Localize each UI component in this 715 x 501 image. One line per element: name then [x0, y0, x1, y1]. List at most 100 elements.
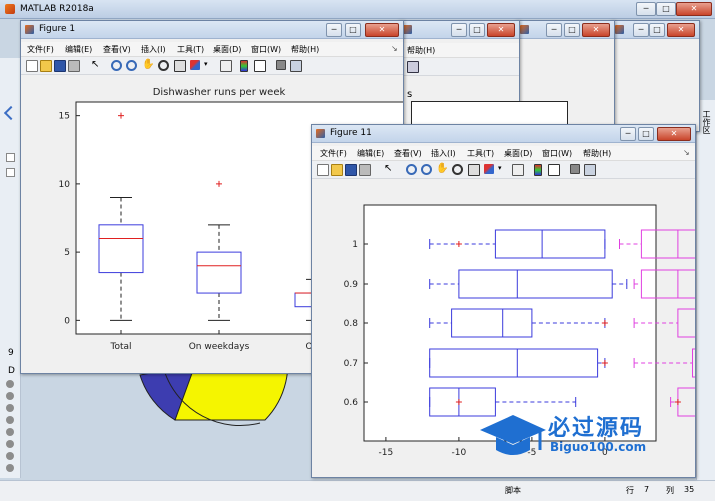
main-maximize-button[interactable]: □	[656, 2, 676, 16]
background-figure-4[interactable]: ─ □ ✕	[610, 20, 700, 132]
left-panel: 9 D	[0, 58, 21, 478]
data-cursor-icon[interactable]	[174, 60, 186, 72]
hide-plot-tools-icon[interactable]	[570, 164, 580, 174]
colorbar-icon[interactable]	[534, 164, 542, 176]
workspace-tab[interactable]: 工作区	[701, 110, 712, 134]
hide-plot-tools-icon[interactable]	[276, 60, 286, 70]
menu-tools[interactable]: 工具(T)	[467, 148, 494, 159]
window-maximize-button[interactable]: □	[564, 23, 580, 37]
window-minimize-button[interactable]: ─	[546, 23, 562, 37]
open-folder-icon[interactable]	[40, 60, 52, 72]
figure-1-titlebar[interactable]: Figure 1 ─ □ ✕	[21, 21, 403, 39]
menu-window[interactable]: 窗口(W)	[542, 148, 572, 159]
dock-arrow-icon[interactable]: ↘	[683, 148, 690, 157]
menu-view[interactable]: 查看(V)	[394, 148, 422, 159]
window-maximize-button[interactable]: □	[345, 23, 361, 37]
window-minimize-button[interactable]: ─	[620, 127, 636, 141]
y-tick-label: 1	[352, 240, 358, 250]
menu-edit[interactable]: 编辑(E)	[357, 148, 384, 159]
y-tick-label: 0.7	[344, 359, 358, 369]
window-close-button[interactable]: ✕	[365, 23, 399, 37]
window-minimize-button[interactable]: ─	[633, 23, 649, 37]
menu-desktop[interactable]: 桌面(D)	[213, 44, 241, 55]
expand-icon[interactable]	[6, 168, 15, 177]
menu-help[interactable]: 帮助(H)	[583, 148, 611, 159]
data-cursor-icon[interactable]	[468, 164, 480, 176]
menu-view[interactable]: 查看(V)	[103, 44, 131, 55]
menu-file[interactable]: 文件(F)	[27, 44, 54, 55]
background-pie-chart	[139, 365, 289, 426]
main-titlebar: MATLAB R2018a ─ □ ✕	[0, 0, 715, 19]
window-minimize-button[interactable]: ─	[326, 23, 342, 37]
menu-insert[interactable]: 插入(I)	[141, 44, 166, 55]
menu-edit[interactable]: 编辑(E)	[65, 44, 92, 55]
save-icon[interactable]	[345, 164, 357, 176]
dropdown-arrow-icon[interactable]: ▾	[204, 60, 209, 70]
figure-icon	[403, 25, 412, 34]
open-folder-icon[interactable]	[331, 164, 343, 176]
brush-icon[interactable]	[190, 60, 200, 70]
figure-icon	[25, 25, 34, 34]
print-icon[interactable]	[68, 60, 80, 72]
figure-icon	[520, 25, 529, 34]
print-icon[interactable]	[359, 164, 371, 176]
rotate-icon[interactable]	[158, 60, 169, 71]
menu-insert[interactable]: 插入(I)	[431, 148, 456, 159]
main-close-button[interactable]: ✕	[676, 2, 712, 16]
watermark-url: Biguo100.com	[550, 440, 647, 454]
legend-icon[interactable]	[548, 164, 560, 176]
status-col-label: 列	[666, 486, 674, 495]
window-close-button[interactable]: ✕	[487, 23, 515, 37]
window-close-button[interactable]: ✕	[667, 23, 695, 37]
menu-window[interactable]: 窗口(W)	[251, 44, 281, 55]
show-plot-tools-icon[interactable]	[290, 60, 302, 72]
menu-help[interactable]: 帮助(H)	[291, 44, 319, 55]
x-tick-label: Total	[109, 342, 131, 352]
watermark-text: 必过源码	[548, 416, 645, 441]
window-maximize-button[interactable]: □	[469, 23, 485, 37]
colorbar-icon[interactable]	[240, 60, 248, 72]
zoom-out-icon[interactable]	[126, 60, 137, 71]
window-maximize-button[interactable]: □	[649, 23, 665, 37]
expand-icon[interactable]	[6, 153, 15, 162]
window-close-button[interactable]: ✕	[582, 23, 610, 37]
chart-title: Dishwasher runs per week	[153, 87, 286, 98]
menu-desktop[interactable]: 桌面(D)	[504, 148, 532, 159]
main-window-title: MATLAB R2018a	[20, 4, 94, 14]
menu-file[interactable]: 文件(F)	[320, 148, 347, 159]
zoom-out-icon[interactable]	[421, 164, 432, 175]
main-minimize-button[interactable]: ─	[636, 2, 656, 16]
zoom-in-icon[interactable]	[406, 164, 417, 175]
left-nav-arrow-icon[interactable]	[3, 105, 19, 121]
new-file-icon[interactable]	[26, 60, 38, 72]
pointer-icon[interactable]: ↖	[384, 164, 394, 174]
pan-hand-icon[interactable]: ✋	[142, 60, 154, 70]
matlab-logo-icon	[5, 4, 15, 14]
y-tick-label: 5	[64, 248, 70, 258]
window-close-button[interactable]: ✕	[657, 127, 691, 141]
dock-icon[interactable]	[407, 61, 419, 73]
save-icon[interactable]	[54, 60, 66, 72]
window-minimize-button[interactable]: ─	[451, 23, 467, 37]
rotate-icon[interactable]	[452, 164, 463, 175]
new-file-icon[interactable]	[317, 164, 329, 176]
pointer-icon[interactable]: ↖	[91, 60, 101, 70]
dock-arrow-icon[interactable]: ↘	[391, 44, 398, 53]
pan-hand-icon[interactable]: ✋	[436, 164, 448, 174]
background-figure-2[interactable]: ─ □ ✕ 帮助(H) s	[398, 20, 568, 143]
menu-help[interactable]: 帮助(H)	[407, 45, 435, 56]
figure-11-titlebar[interactable]: Figure 11 ─ □ ✕	[312, 125, 695, 143]
dropdown-arrow-icon[interactable]: ▾	[498, 164, 503, 174]
link-plot-icon[interactable]	[220, 60, 232, 72]
legend-icon[interactable]	[254, 60, 266, 72]
zoom-in-icon[interactable]	[111, 60, 122, 71]
show-plot-tools-icon[interactable]	[584, 164, 596, 176]
left-list	[2, 380, 18, 475]
window-maximize-button[interactable]: □	[638, 127, 654, 141]
brush-icon[interactable]	[484, 164, 494, 174]
y-tick-label: 0	[64, 316, 70, 326]
status-col-value: 35	[684, 485, 695, 494]
link-plot-icon[interactable]	[512, 164, 524, 176]
menu-tools[interactable]: 工具(T)	[177, 44, 204, 55]
figure-11-title: Figure 11	[330, 128, 372, 138]
